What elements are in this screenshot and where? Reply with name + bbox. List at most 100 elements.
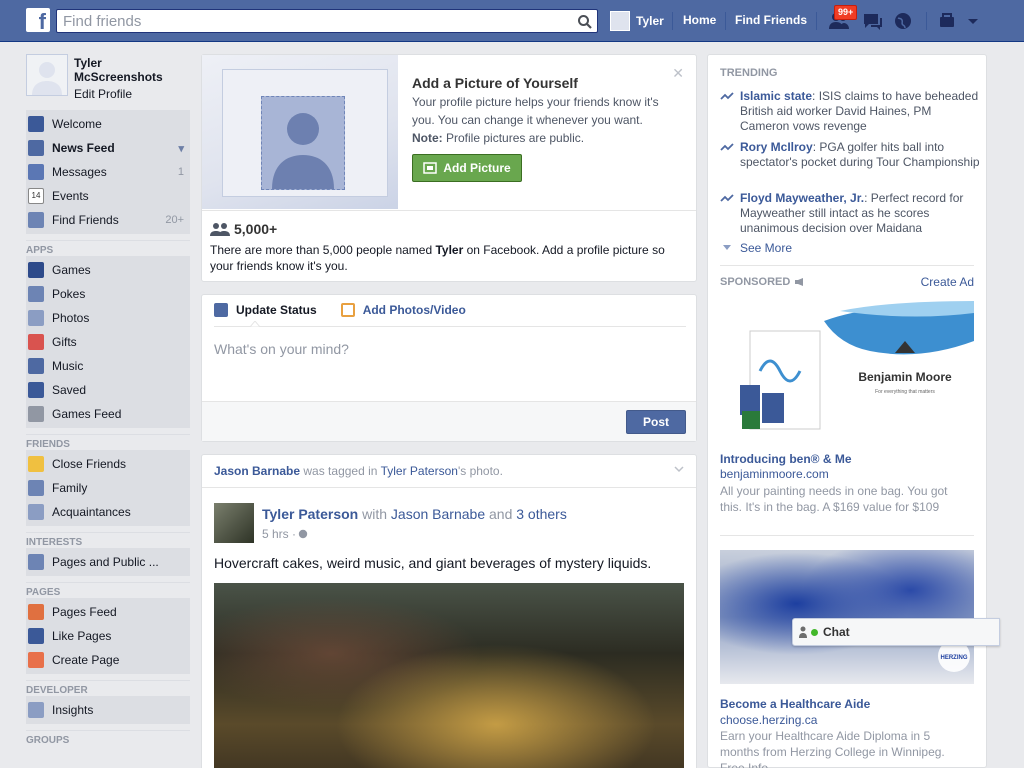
feed-story: Jason Barnabe was tagged in Tyler Paters… — [201, 454, 697, 768]
photo-icon — [340, 303, 355, 317]
search-icon[interactable] — [577, 14, 593, 30]
time-text[interactable]: 5 hrs · — [262, 527, 296, 541]
and-text: and — [485, 506, 517, 522]
tab-add-photos[interactable]: Add Photos/Video — [340, 303, 466, 317]
button-label: Add Picture — [443, 161, 511, 175]
status-input[interactable] — [214, 341, 684, 391]
close-icon[interactable]: ✕ — [672, 65, 684, 82]
author-name[interactable]: Tyler Paterson — [262, 506, 358, 522]
sidebar-item-games-feed[interactable]: Games Feed — [26, 402, 190, 426]
privacy-shortcuts-icon[interactable] — [938, 11, 956, 31]
right-sidebar: TRENDING Islamic state: ISIS claims to h… — [707, 54, 987, 768]
globe-icon[interactable] — [298, 529, 308, 539]
card-desc-text: Your profile picture helps your friends … — [412, 95, 659, 127]
sidebar-item-label: Pages and Public ... — [52, 555, 159, 569]
profile-picture[interactable] — [26, 54, 68, 96]
sidebar-item-pokes[interactable]: Pokes — [26, 282, 190, 306]
sidebar-item-photos[interactable]: Photos — [26, 306, 190, 330]
search-input[interactable] — [57, 10, 567, 32]
sidebar-item-like-pages[interactable]: Like Pages — [26, 624, 190, 648]
sidebar-item-messages[interactable]: Messages 1 — [26, 160, 190, 184]
others-link[interactable]: 3 others — [516, 506, 567, 522]
sidebar-item-games[interactable]: Games — [26, 258, 190, 282]
edit-profile-link[interactable]: Edit Profile — [74, 87, 132, 101]
interests-nav: Pages and Public ... — [26, 548, 190, 576]
ad-title[interactable]: Become a Healthcare Aide — [720, 697, 870, 711]
composer-tabs: Update Status Add Photos/Video — [214, 303, 490, 317]
sidebar-item-label: Find Friends — [52, 213, 119, 227]
profile-link[interactable]: Tyler — [610, 10, 664, 32]
camera-icon — [423, 162, 438, 174]
messages-icon[interactable] — [862, 11, 884, 31]
ad-image[interactable]: HERZING — [720, 550, 974, 684]
sidebar-item-label: Family — [52, 481, 88, 495]
sidebar-item-music[interactable]: Music — [26, 354, 190, 378]
trending-topic[interactable]: Floyd Mayweather, Jr. — [740, 191, 864, 205]
pages-nav: Pages Feed Like Pages Create Page — [26, 598, 190, 674]
ad-url[interactable]: choose.herzing.ca — [720, 713, 817, 727]
ad-title[interactable]: Introducing ben® & Me — [720, 452, 852, 466]
trending-topic[interactable]: Rory McIlroy — [740, 140, 813, 154]
sidebar-item-label: Games — [52, 263, 91, 277]
chevron-down-icon[interactable] — [674, 464, 684, 474]
flag-icon — [28, 604, 44, 620]
megaphone-icon — [795, 278, 804, 286]
profile-name-link[interactable]: Tyler McScreenshots — [74, 56, 184, 84]
tagged-user[interactable]: Jason Barnabe — [391, 506, 485, 522]
sidebar-item-pages-feed[interactable]: Pages Feed — [26, 600, 190, 624]
story-header-owner[interactable]: Tyler Paterson — [381, 464, 458, 478]
news-feed-icon — [28, 140, 44, 156]
chat-bar[interactable]: Chat — [792, 618, 1000, 646]
note-text: Profile pictures are public. — [442, 131, 585, 145]
find-friends-link[interactable]: Find Friends — [735, 13, 807, 27]
sidebar-item-gifts[interactable]: Gifts — [26, 330, 190, 354]
trending-item[interactable]: Rory McIlroy: PGA golfer hits ball into … — [720, 140, 980, 170]
trending-item[interactable]: Floyd Mayweather, Jr.: Perfect record fo… — [720, 191, 980, 236]
trending-item[interactable]: Islamic state: ISIS claims to have behea… — [720, 89, 980, 134]
sidebar-item-saved[interactable]: Saved — [26, 378, 190, 402]
profile-name: Tyler — [636, 14, 664, 28]
find-friends-count: 20+ — [165, 214, 184, 226]
add-picture-button[interactable]: Add Picture — [412, 154, 522, 182]
calendar-icon: 14 — [28, 188, 44, 204]
story-photo[interactable] — [214, 583, 684, 768]
sidebar-item-insights[interactable]: Insights — [26, 698, 190, 722]
messages-count: 1 — [177, 166, 184, 178]
sidebar-item-label: Create Page — [52, 653, 120, 667]
trending-icon — [720, 194, 734, 202]
tab-update-status[interactable]: Update Status — [214, 303, 317, 317]
ad-image[interactable]: Benjamin Moore For everything that matte… — [720, 301, 974, 447]
see-more-link[interactable]: See More — [722, 241, 792, 255]
chevron-down-icon[interactable]: ▾ — [178, 142, 184, 155]
author-avatar[interactable] — [214, 503, 254, 543]
trending-header: TRENDING — [720, 67, 778, 79]
create-ad-link[interactable]: Create Ad — [921, 275, 974, 289]
card-description: Your profile picture helps your friends … — [412, 93, 682, 147]
ad-photo: HERZING — [938, 640, 970, 672]
globe-icon[interactable] — [892, 11, 914, 31]
card-title: Add a Picture of Yourself — [412, 75, 578, 91]
search-bar[interactable] — [56, 9, 598, 33]
trending-topic[interactable]: Islamic state — [740, 89, 812, 103]
sidebar-item-close-friends[interactable]: Close Friends — [26, 452, 190, 476]
sidebar-item-create-page[interactable]: Create Page — [26, 648, 190, 672]
post-button[interactable]: Post — [626, 410, 686, 434]
sidebar-item-news-feed[interactable]: News Feed ▾ — [26, 136, 190, 160]
sidebar-item-find-friends[interactable]: Find Friends 20+ — [26, 208, 190, 232]
home-link[interactable]: Home — [683, 13, 716, 27]
status-composer: Update Status Add Photos/Video Post — [201, 294, 697, 442]
profile-block: Tyler McScreenshots Edit Profile — [26, 54, 190, 110]
sidebar-item-family[interactable]: Family — [26, 476, 190, 500]
sidebar-item-events[interactable]: 14 Events — [26, 184, 190, 208]
note-label: Note: — [412, 131, 443, 145]
chevron-down-icon[interactable] — [966, 11, 980, 31]
sidebar-item-pages-public[interactable]: Pages and Public ... — [26, 550, 190, 574]
facebook-logo[interactable]: f — [26, 8, 50, 32]
see-more-label: See More — [740, 241, 793, 255]
sidebar-item-acquaintances[interactable]: Acquaintances — [26, 500, 190, 524]
sidebar-item-welcome[interactable]: Welcome — [26, 112, 190, 136]
divider — [214, 326, 686, 327]
top-bar: f Tyler Home Find Friends 99+ — [0, 0, 1024, 42]
ad-url[interactable]: benjaminmoore.com — [720, 467, 829, 481]
story-header-user[interactable]: Jason Barnabe — [214, 464, 300, 478]
